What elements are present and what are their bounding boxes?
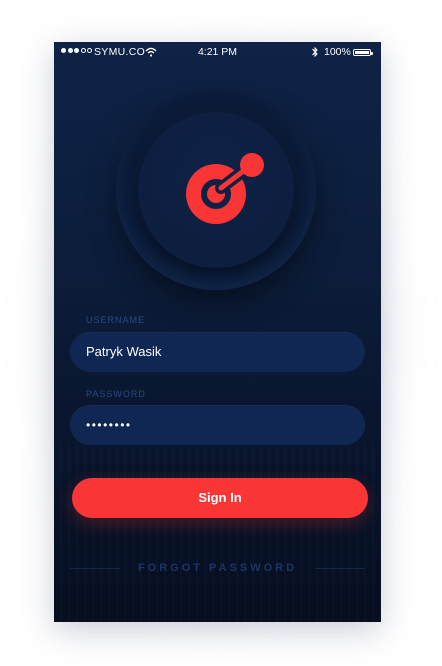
sign-in-button[interactable]: Sign In — [72, 478, 368, 518]
background-pattern — [54, 442, 381, 622]
status-bar: SYMU.CO 4:21 PM 100% — [54, 42, 381, 64]
battery-icon — [353, 49, 373, 56]
forgot-password-link[interactable]: FORGOT PASSWORD — [70, 562, 365, 574]
forgot-password-row: FORGOT PASSWORD — [70, 562, 365, 576]
bluetooth-icon — [312, 46, 318, 58]
username-value: Patryk Wasik — [86, 344, 162, 359]
app-logo-icon — [186, 153, 264, 224]
password-label: PASSWORD — [86, 389, 146, 399]
phone-screen: SYMU.CO 4:21 PM 100% USERNAME Patryk Was… — [54, 42, 381, 622]
password-value: •••••••• — [86, 418, 132, 432]
username-field[interactable]: Patryk Wasik — [70, 332, 365, 372]
battery-percentage: 100% — [324, 46, 351, 58]
username-label: USERNAME — [86, 315, 146, 325]
password-field[interactable]: •••••••• — [70, 405, 365, 445]
